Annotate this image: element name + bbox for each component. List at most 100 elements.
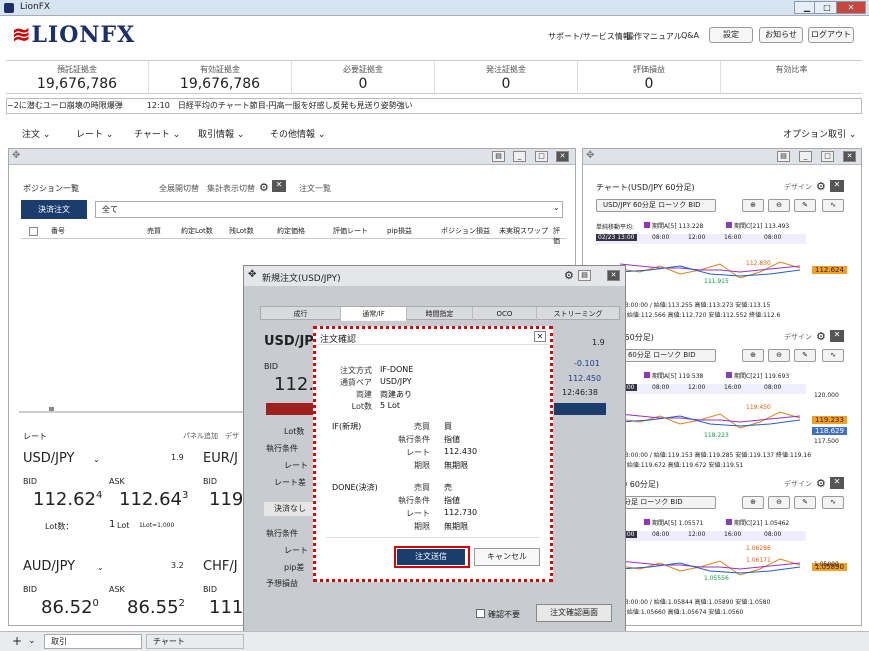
panel-close-icon[interactable]: ✕ xyxy=(556,151,569,162)
order-close-icon[interactable]: ✕ xyxy=(607,270,620,281)
rates-design-link[interactable]: デザ xyxy=(225,431,239,441)
position-filter-select[interactable]: 全て xyxy=(95,201,563,218)
qa-link[interactable]: Q&A xyxy=(681,31,699,40)
done-label: 執行条件 xyxy=(398,496,430,505)
sell-bar[interactable] xyxy=(266,403,316,415)
pair-name: CHF/J xyxy=(203,559,238,574)
support-link[interactable]: サポート/サービス情報 xyxy=(548,31,631,42)
candlestick-plot[interactable] xyxy=(620,541,810,591)
logout-button[interactable]: ログアウト xyxy=(808,27,854,43)
add-tab-icon[interactable]: + xyxy=(12,634,22,648)
panel-minimize-icon[interactable]: _ xyxy=(799,151,812,162)
tab-normal-if[interactable]: 通常/IF xyxy=(341,307,407,321)
draw-icon[interactable]: ✎ xyxy=(794,349,816,362)
dialog-label: 注文方式 xyxy=(340,366,372,375)
add-panel-link[interactable]: パネル追加 xyxy=(183,431,218,441)
ask-label: ASK xyxy=(109,585,125,594)
dialog-close-icon[interactable]: ✕ xyxy=(534,331,546,342)
chart-design-link[interactable]: デザイン xyxy=(784,182,812,192)
rate-card-usdjpy[interactable]: USD/JPY ⌄ 1.9 BID ASK 112.624 112.643 Lo… xyxy=(23,449,193,539)
close-tab-icon[interactable]: ✕ xyxy=(272,180,286,192)
settle-order-button[interactable]: 決済注文 xyxy=(21,200,87,219)
menu-chart[interactable]: チャート ⌄ xyxy=(134,127,180,140)
chart-close-icon[interactable]: ✕ xyxy=(830,477,844,489)
draw-icon[interactable]: ✎ xyxy=(794,199,816,212)
menu-rate[interactable]: レート ⌄ xyxy=(76,127,113,140)
order-pair: USD/JP xyxy=(264,334,314,349)
indicator-icon[interactable]: ∿ xyxy=(822,199,844,212)
buy-bar[interactable] xyxy=(554,403,606,415)
panel-close-icon[interactable]: ✕ xyxy=(843,151,856,162)
zoom-in-icon[interactable]: ⊕ xyxy=(742,199,764,212)
summary-toggle[interactable]: 集計表示切替 xyxy=(207,183,255,194)
send-order-button[interactable]: 注文送信 xyxy=(397,549,465,565)
ask-price[interactable]: 86.552 xyxy=(127,597,185,618)
panel-menu-icon[interactable]: ▤ xyxy=(777,151,790,162)
current-price: 119.233 xyxy=(812,416,847,424)
zoom-out-icon[interactable]: ⊖ xyxy=(768,496,790,509)
panel-maximize-icon[interactable]: □ xyxy=(535,151,548,162)
ask-price[interactable]: 112.643 xyxy=(119,489,188,510)
gear-icon[interactable]: ⚙ xyxy=(259,181,269,194)
menu-option-trade[interactable]: オプション取引 ⌄ xyxy=(783,127,856,140)
chart-selector[interactable]: USD/JPY 60分足 ローソク BID xyxy=(596,199,716,212)
news-ticker[interactable]: ~2に潜むユーロ崩壊の時限爆弾 12:10 日経平均のチャート節目-円高一服を好… xyxy=(6,98,862,114)
panel-menu-icon[interactable]: ▤ xyxy=(578,270,591,281)
skip-confirm-label: 確認不要 xyxy=(488,610,520,619)
draw-icon[interactable]: ✎ xyxy=(794,496,816,509)
tab-streaming[interactable]: ストリーミング xyxy=(537,307,619,321)
select-all-checkbox[interactable] xyxy=(29,227,38,236)
gear-icon[interactable]: ⚙ xyxy=(564,269,574,282)
chart-close-icon[interactable]: ✕ xyxy=(830,330,844,342)
panel-maximize-icon[interactable]: □ xyxy=(821,151,834,162)
chart-1: UR/JPY 60分足) デザイン ⚙ ✕ UR/JPY 60分足 ローソク B… xyxy=(596,328,849,470)
lot-value[interactable]: 1 xyxy=(109,519,115,530)
expand-toggle[interactable]: 全展開切替 xyxy=(159,183,199,194)
manual-link[interactable]: 操作マニュアル xyxy=(626,31,682,42)
indicator-icon[interactable]: ∿ xyxy=(822,496,844,509)
gear-icon[interactable]: ⚙ xyxy=(816,180,826,193)
menu-other-info[interactable]: その他情報 ⌄ xyxy=(270,127,325,140)
rate-card-audjpy[interactable]: AUD/JPY ⌄ 3.2 BID ASK 86.520 86.552 xyxy=(23,557,193,623)
col-remaining: 残Lot数 xyxy=(229,227,254,235)
bid-price[interactable]: 86.520 xyxy=(41,597,99,618)
bid-price[interactable]: 112.624 xyxy=(33,489,102,510)
notice-button[interactable]: お知らせ xyxy=(759,27,803,43)
order-list-tab[interactable]: 注文一覧 xyxy=(299,183,331,194)
zoom-in-icon[interactable]: ⊕ xyxy=(742,349,764,362)
move-icon[interactable]: ✥ xyxy=(586,150,594,161)
move-icon[interactable]: ✥ xyxy=(248,269,256,280)
skip-confirm-checkbox[interactable] xyxy=(476,609,485,618)
panel-menu-icon[interactable]: ▤ xyxy=(492,151,505,162)
tab-time[interactable]: 時間指定 xyxy=(407,307,473,321)
chart-design-link[interactable]: デザイン xyxy=(784,332,812,342)
bid-price[interactable]: 111 xyxy=(209,597,243,618)
cancel-button[interactable]: キャンセル xyxy=(474,548,540,566)
gear-icon[interactable]: ⚙ xyxy=(816,477,826,490)
menu-order[interactable]: 注文 ⌄ xyxy=(22,127,50,140)
dialog-label: 両建 xyxy=(356,390,372,399)
tab-oco[interactable]: OCO xyxy=(473,307,537,321)
dialog-label: Lot数 xyxy=(351,402,372,411)
menu-trade-info[interactable]: 取引情報 ⌄ xyxy=(198,127,244,140)
zoom-out-icon[interactable]: ⊖ xyxy=(768,349,790,362)
candlestick-plot[interactable] xyxy=(620,244,810,294)
panel-minimize-icon[interactable]: _ xyxy=(513,151,526,162)
divider xyxy=(326,537,540,538)
order-bid-label: BID xyxy=(264,362,279,371)
settings-button[interactable]: 設定 xyxy=(709,27,753,43)
chart-design-link[interactable]: デザイン xyxy=(784,479,812,489)
close-button[interactable]: ✕ xyxy=(836,1,866,14)
chart-close-icon[interactable]: ✕ xyxy=(830,180,844,192)
zoom-out-icon[interactable]: ⊖ xyxy=(768,199,790,212)
zoom-in-icon[interactable]: ⊕ xyxy=(742,496,764,509)
move-icon[interactable]: ✥ xyxy=(12,150,20,161)
confirm-screen-button[interactable]: 注文確認画面 xyxy=(536,604,612,622)
tab-menu-icon[interactable]: ⌄ xyxy=(28,636,36,646)
workspace-tab-chart[interactable]: チャート xyxy=(146,634,244,649)
gear-icon[interactable]: ⚙ xyxy=(816,330,826,343)
workspace-tab-trade[interactable]: 取引 xyxy=(44,634,142,649)
left-panel-header: ✥ ▤ _ □ ✕ xyxy=(9,149,575,165)
indicator-icon[interactable]: ∿ xyxy=(822,349,844,362)
tab-market[interactable]: 成行 xyxy=(261,307,341,321)
